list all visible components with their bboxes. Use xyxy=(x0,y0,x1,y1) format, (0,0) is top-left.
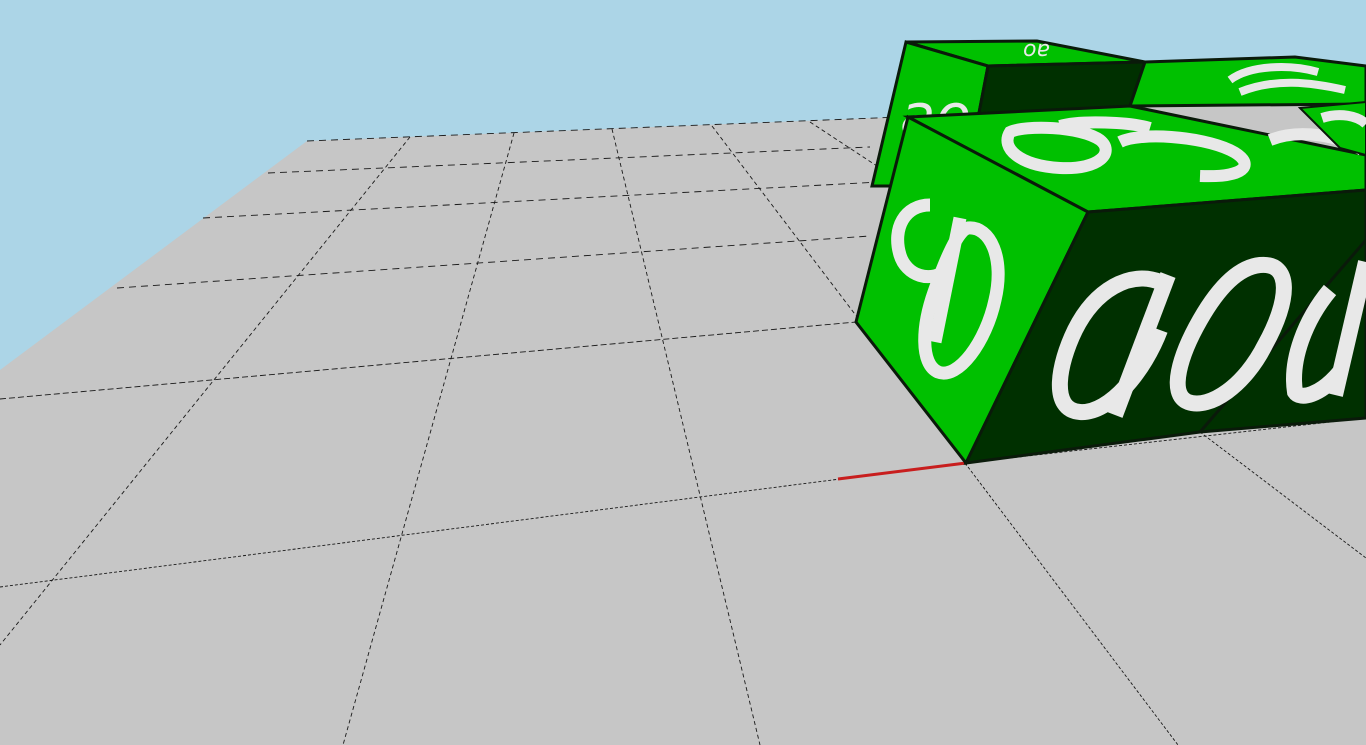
game-viewport[interactable]: ao ao xyxy=(0,0,1366,745)
block-top-label: ao xyxy=(1023,38,1050,63)
block-label: ao xyxy=(0,0,1,1)
block-front-left[interactable] xyxy=(854,104,1366,466)
block-top-face xyxy=(1127,55,1366,108)
block-back-right[interactable] xyxy=(1127,55,1366,108)
